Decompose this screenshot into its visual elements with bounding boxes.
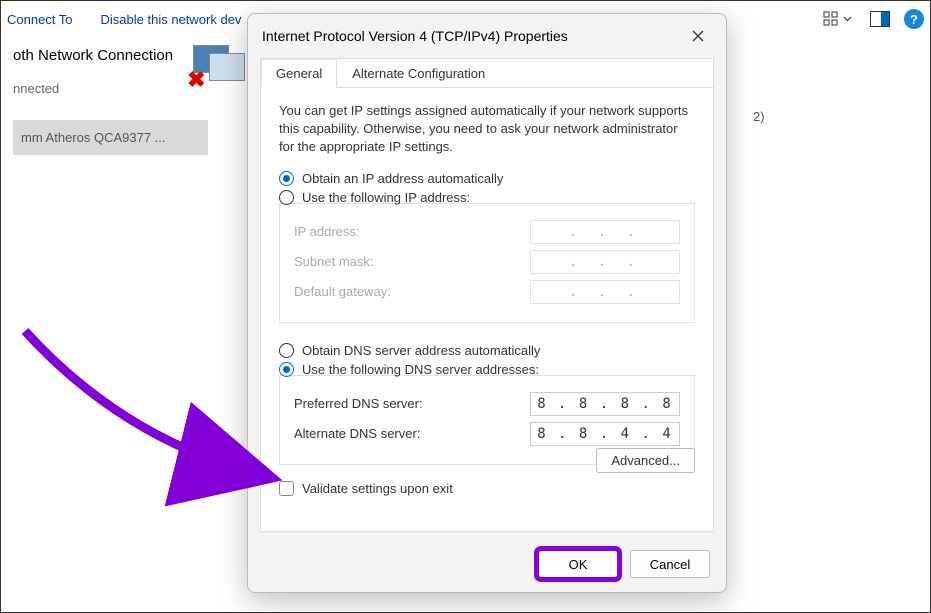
radio-icon xyxy=(279,190,294,205)
tab-general[interactable]: General xyxy=(261,59,337,88)
chevron-down-icon xyxy=(843,16,852,22)
radio-icon xyxy=(279,171,294,186)
default-gateway-label: Default gateway: xyxy=(294,284,391,299)
error-x-icon: ✖ xyxy=(187,67,205,93)
radio-icon xyxy=(279,362,294,377)
preferred-dns-input[interactable]: 8 . 8 . 8 . 8 xyxy=(530,392,680,416)
advanced-button[interactable]: Advanced... xyxy=(596,448,695,473)
description-text: You can get IP settings assigned automat… xyxy=(279,102,695,157)
connection-status: nnected xyxy=(13,80,173,98)
help-icon[interactable]: ? xyxy=(904,9,924,29)
view-options-button[interactable] xyxy=(819,9,856,29)
ipv4-properties-dialog: Internet Protocol Version 4 (TCP/IPv4) P… xyxy=(247,13,727,593)
alternate-dns-label: Alternate DNS server: xyxy=(294,426,420,441)
checkbox-icon xyxy=(279,481,294,496)
ok-button[interactable]: OK xyxy=(538,550,618,578)
alternate-dns-input[interactable]: 8 . 8 . 4 . 4 xyxy=(530,422,680,446)
item-count: 2) xyxy=(753,109,765,124)
subnet-mask-label: Subnet mask: xyxy=(294,254,374,269)
radio-label: Obtain DNS server address automatically xyxy=(302,343,540,358)
validate-label: Validate settings upon exit xyxy=(302,481,453,496)
network-adapter-icon: ✖ xyxy=(187,45,243,89)
default-gateway-input: . . . xyxy=(530,280,680,304)
ip-address-input: . . . xyxy=(530,220,680,244)
dialog-title: Internet Protocol Version 4 (TCP/IPv4) P… xyxy=(262,28,568,44)
radio-ip-auto[interactable]: Obtain an IP address automatically xyxy=(279,171,695,186)
ip-manual-group: IP address: . . . Subnet mask: . . . Def… xyxy=(279,203,695,323)
radio-label: Obtain an IP address automatically xyxy=(302,171,503,186)
radio-label: Use the following DNS server addresses: xyxy=(302,362,539,377)
preview-pane-button[interactable] xyxy=(870,11,890,27)
close-icon xyxy=(692,30,704,42)
disable-device-link[interactable]: Disable this network dev xyxy=(101,12,242,27)
validate-checkbox-row[interactable]: Validate settings upon exit xyxy=(279,481,695,496)
ip-address-label: IP address: xyxy=(294,224,360,239)
preferred-dns-label: Preferred DNS server: xyxy=(294,396,423,411)
subnet-mask-input: . . . xyxy=(530,250,680,274)
tab-strip: General Alternate Configuration xyxy=(261,59,713,88)
connect-to-link[interactable]: Connect To xyxy=(7,12,73,27)
connection-name: oth Network Connection xyxy=(13,45,173,66)
adapter-list-item[interactable]: mm Atheros QCA9377 ... xyxy=(13,120,208,155)
radio-dns-auto[interactable]: Obtain DNS server address automatically xyxy=(279,343,695,358)
tab-alternate-configuration[interactable]: Alternate Configuration xyxy=(337,59,500,88)
cancel-button[interactable]: Cancel xyxy=(630,550,710,578)
radio-icon xyxy=(279,343,294,358)
close-button[interactable] xyxy=(684,22,712,50)
radio-label: Use the following IP address: xyxy=(302,190,470,205)
